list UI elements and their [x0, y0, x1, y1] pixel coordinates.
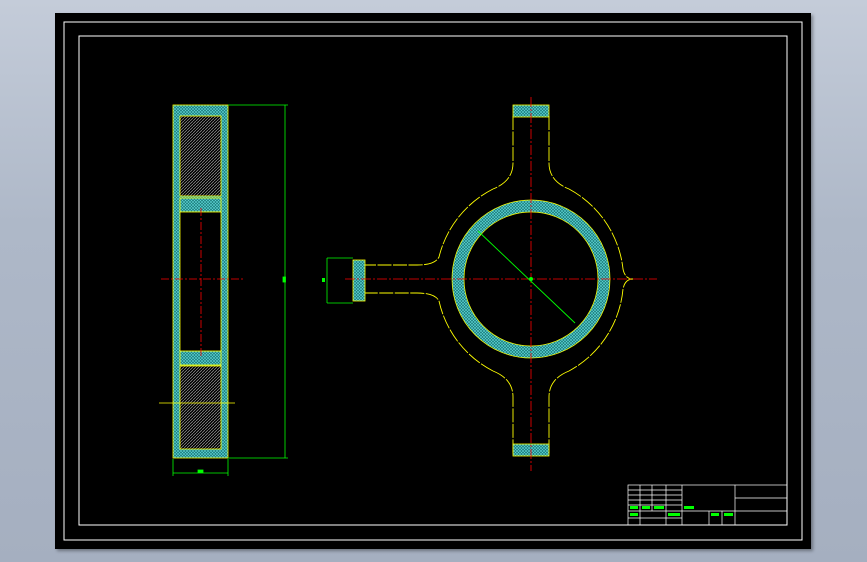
diameter-leader [477, 230, 576, 324]
side-view-upper-bush [179, 197, 222, 213]
side-section-view [159, 104, 288, 476]
side-view-lower-core [179, 365, 222, 450]
center-point [529, 277, 533, 281]
top-lug-left-edge [492, 116, 514, 190]
side-view-lower-bush [179, 350, 222, 366]
plan-view [322, 97, 657, 471]
side-view-bore [179, 211, 222, 352]
top-lug-right-edge [548, 116, 570, 190]
bottom-lug-right-edge [548, 370, 570, 455]
bottom-lug-left-edge [492, 370, 514, 455]
cad-drawing [63, 21, 803, 541]
drawing-sheet [55, 13, 811, 549]
left-lug-dim-mark [322, 278, 325, 282]
plan-view-outline [361, 116, 635, 455]
left-lug-end [352, 259, 366, 302]
title-block [627, 484, 788, 526]
side-view-upper-core [179, 115, 222, 197]
